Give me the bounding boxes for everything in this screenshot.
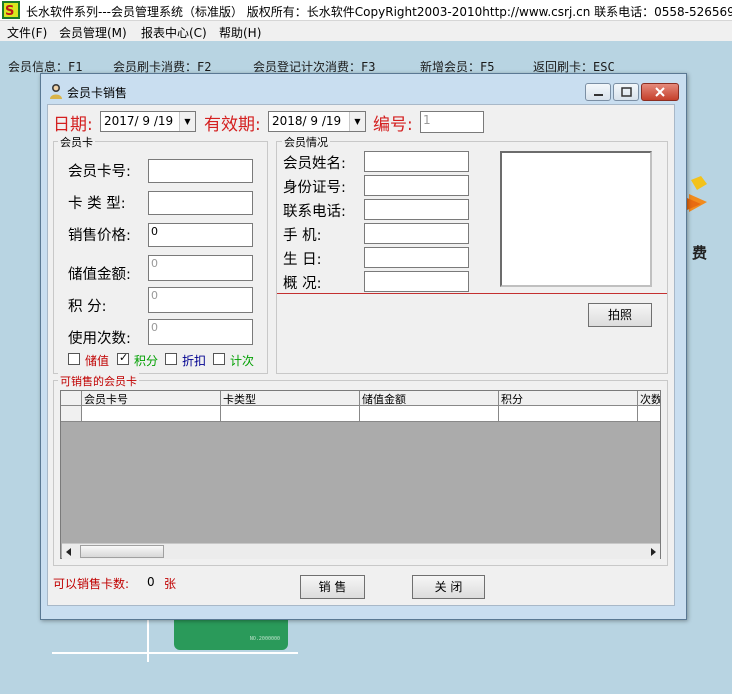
chevron-down-icon[interactable]: ▼ xyxy=(349,112,365,131)
usage-count-input[interactable]: 0 xyxy=(148,319,253,345)
dialog-title: 会员卡销售 xyxy=(67,86,128,100)
points-checkbox-label: 积分 xyxy=(134,354,159,368)
member-photo-box xyxy=(500,151,652,287)
points-checkbox[interactable] xyxy=(117,351,129,365)
card-number-label: 会员卡号: xyxy=(68,164,131,180)
card-number-input[interactable] xyxy=(148,159,253,183)
points-label: 积 分: xyxy=(68,299,107,315)
id-number-input[interactable] xyxy=(364,175,469,196)
birthday-label: 生 日: xyxy=(283,252,322,268)
maximize-icon xyxy=(621,87,632,97)
phone-input[interactable] xyxy=(364,199,469,220)
sellable-count-label: 可以销售卡数: xyxy=(53,577,130,591)
menu-report-center[interactable]: 报表中心(C) xyxy=(141,24,207,41)
card-number-text: NO.2000000 xyxy=(249,636,280,642)
close-icon xyxy=(655,87,665,97)
column-header-stored-value[interactable]: 储值金额 xyxy=(360,391,499,406)
phone-label: 联系电话: xyxy=(283,204,346,220)
overview-input[interactable] xyxy=(364,271,469,292)
sale-price-input[interactable]: 0 xyxy=(148,223,253,247)
date-value: 2017/ 9 /19 xyxy=(104,114,174,128)
column-header-count[interactable]: 次数 xyxy=(638,391,660,406)
app-title: 长水软件系列---会员管理系统（标准版） 版权所有：长水软件CopyRight2… xyxy=(26,5,732,19)
background-line xyxy=(147,620,149,662)
card-type-input[interactable] xyxy=(148,191,253,215)
stored-value-input[interactable]: 0 xyxy=(148,255,253,281)
number-label: 编号: xyxy=(373,115,413,135)
sale-price-label: 销售价格: xyxy=(68,228,131,244)
menu-file[interactable]: 文件(F) xyxy=(7,24,47,41)
close-dialog-button[interactable]: 关 闭 xyxy=(412,575,485,599)
member-card-image: NO.2000000 xyxy=(174,617,288,650)
birthday-input[interactable] xyxy=(364,247,469,268)
maximize-button[interactable] xyxy=(613,83,639,101)
menu-member-management[interactable]: 会员管理(M) xyxy=(59,24,127,41)
valid-until-picker[interactable]: 2018/ 9 /19 ▼ xyxy=(268,111,366,132)
minimize-icon xyxy=(594,94,603,96)
member-name-input[interactable] xyxy=(364,151,469,172)
mobile-input[interactable] xyxy=(364,223,469,244)
member-divider xyxy=(277,293,667,294)
consume-icon[interactable] xyxy=(687,176,711,218)
table-cell[interactable] xyxy=(360,406,499,422)
sellable-count-unit: 张 xyxy=(164,577,177,591)
valid-until-label: 有效期: xyxy=(204,115,261,135)
points-input[interactable]: 0 xyxy=(148,287,253,313)
member-group-caption: 会员情况 xyxy=(282,134,330,150)
stored-value-label: 储值金额: xyxy=(68,267,131,283)
date-label: 日期: xyxy=(53,115,93,135)
count-checkbox-label: 计次 xyxy=(230,354,255,368)
stored-value-checkbox-label: 储值 xyxy=(85,354,110,368)
available-cards-grid[interactable]: 会员卡号 卡类型 储值金额 积分 次数 xyxy=(60,390,661,559)
stored-value-checkbox[interactable] xyxy=(68,353,80,365)
minimize-button[interactable] xyxy=(585,83,611,101)
card-type-label: 卡 类 型: xyxy=(68,196,126,212)
row-indicator xyxy=(61,406,82,422)
table-cell[interactable] xyxy=(82,406,221,422)
consume-label: 费 xyxy=(692,244,708,262)
card-group-caption: 会员卡 xyxy=(58,134,95,150)
count-checkbox[interactable] xyxy=(213,353,225,365)
scroll-right-icon[interactable] xyxy=(648,547,658,557)
usage-count-label: 使用次数: xyxy=(68,331,131,347)
chevron-down-icon[interactable]: ▼ xyxy=(179,112,195,131)
scroll-thumb[interactable] xyxy=(80,545,164,558)
take-photo-button[interactable]: 拍照 xyxy=(588,303,652,327)
discount-checkbox-label: 折扣 xyxy=(182,354,207,368)
table-cell[interactable] xyxy=(499,406,638,422)
valid-until-value: 2018/ 9 /19 xyxy=(272,114,342,128)
overview-label: 概 况: xyxy=(283,276,322,292)
table-cell[interactable] xyxy=(221,406,360,422)
svg-text:S: S xyxy=(5,4,14,19)
column-header-points[interactable]: 积分 xyxy=(499,391,638,406)
member-name-label: 会员姓名: xyxy=(283,156,346,172)
dialog-user-icon xyxy=(50,84,62,99)
available-cards-caption: 可销售的会员卡 xyxy=(58,373,139,389)
discount-checkbox[interactable] xyxy=(165,353,177,365)
grid-horizontal-scrollbar[interactable] xyxy=(62,543,660,559)
sellable-count-value: 0 xyxy=(147,575,155,589)
column-header-card-number[interactable]: 会员卡号 xyxy=(82,391,221,406)
number-field: 1 xyxy=(420,111,484,133)
close-button[interactable] xyxy=(641,83,679,101)
table-cell[interactable] xyxy=(638,406,660,422)
id-number-label: 身份证号: xyxy=(283,180,346,196)
column-header-card-type[interactable]: 卡类型 xyxy=(221,391,360,406)
mobile-label: 手 机: xyxy=(283,228,322,244)
scroll-left-icon[interactable] xyxy=(64,547,74,557)
grid-corner xyxy=(61,391,82,406)
date-picker[interactable]: 2017/ 9 /19 ▼ xyxy=(100,111,196,132)
sell-button[interactable]: 销 售 xyxy=(300,575,365,599)
menu-bar: 文件(F) 会员管理(M) 报表中心(C) 帮助(H) xyxy=(0,21,732,41)
menu-help[interactable]: 帮助(H) xyxy=(219,24,261,41)
app-logo-icon: S xyxy=(2,1,20,19)
app-title-bar: S 长水软件系列---会员管理系统（标准版） 版权所有：长水软件CopyRigh… xyxy=(0,0,732,21)
background-line xyxy=(52,652,298,654)
